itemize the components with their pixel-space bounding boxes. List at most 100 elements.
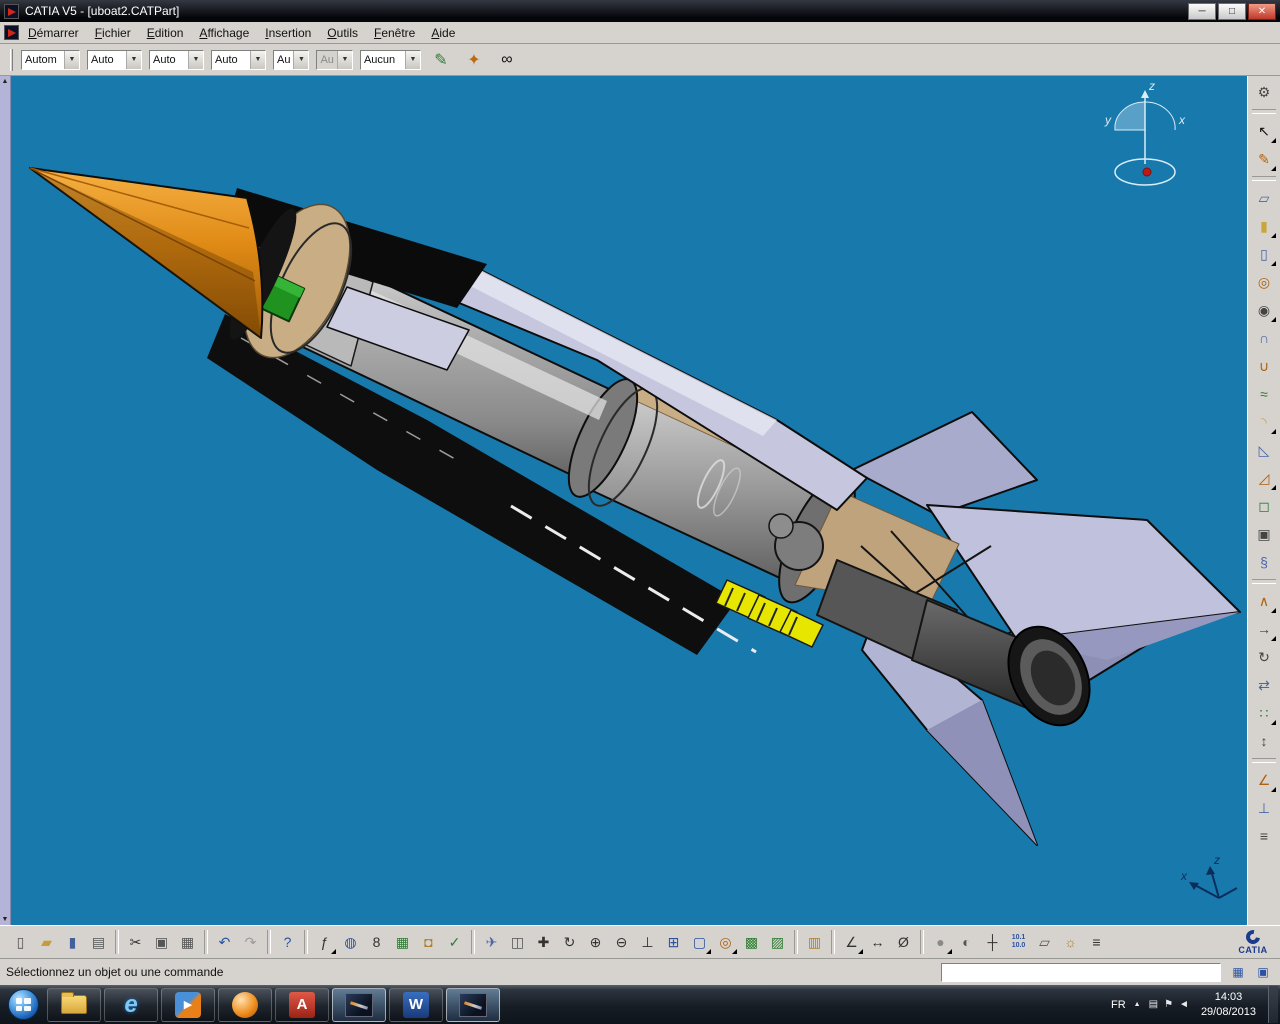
maximize-button[interactable]: □ (1218, 2, 1246, 20)
paste-icon[interactable]: ▦ (175, 930, 200, 955)
taskbar-app-orange[interactable] (218, 987, 272, 1022)
sketcher-icon[interactable]: ✎ (1251, 146, 1277, 172)
measure-between-icon[interactable]: ↔ (865, 930, 890, 955)
graphic-combo-5[interactable]: Au ▼ (273, 49, 310, 70)
catalog-browser-icon[interactable]: ≡ (1251, 823, 1277, 849)
view-compass[interactable]: z y x (1104, 79, 1186, 186)
rotate-icon[interactable]: ↻ (1251, 644, 1277, 670)
doc-link-icon[interactable]: ▣ (1252, 962, 1274, 982)
knowledge-icon[interactable]: 8 (364, 930, 389, 955)
print-icon[interactable]: ▤ (86, 930, 111, 955)
inertia-icon[interactable]: Ø (891, 930, 916, 955)
graphic-combo-6[interactable]: Au ▼ (316, 49, 353, 70)
menu-fenetre[interactable]: Fenêtre (366, 24, 423, 42)
split-view-icon[interactable]: ◫ (505, 930, 530, 955)
painter-icon[interactable]: ✎ (428, 47, 454, 73)
whats-this-icon[interactable]: ? (275, 930, 300, 955)
graphic-combo-1[interactable]: Autom ▼ (21, 49, 80, 70)
catalog-icon[interactable]: ▥ (802, 930, 827, 955)
measure-tool-icon[interactable]: ∠ (1251, 767, 1277, 793)
shell-icon[interactable]: ◻ (1251, 493, 1277, 519)
scroll-up-icon[interactable]: ▲ (2, 78, 9, 85)
comment-icon[interactable]: ◍ (338, 930, 363, 955)
cut-icon[interactable]: ✂ (123, 930, 148, 955)
tree-scrollbar[interactable]: ▲ ▼ (0, 76, 11, 925)
tray-notify-icon[interactable]: ⚑ (1164, 999, 1173, 1010)
menu-edition[interactable]: Edition (139, 24, 192, 42)
check-analysis-icon[interactable]: ✓ (442, 930, 467, 955)
pattern-icon[interactable]: ∷ (1251, 700, 1277, 726)
select-icon[interactable]: ↖ (1251, 118, 1277, 144)
multi-view-icon[interactable]: ⊞ (661, 930, 686, 955)
taskbar-adobe-reader[interactable]: A (275, 987, 329, 1022)
minimize-button[interactable]: ─ (1188, 2, 1216, 20)
save-icon[interactable]: ▮ (60, 930, 85, 955)
depth-effect-icon[interactable]: ▱ (1032, 930, 1057, 955)
shading-icon[interactable]: ● (928, 930, 953, 955)
taskbar-media-player[interactable]: ▶ (161, 987, 215, 1022)
rotate-view-icon[interactable]: ↻ (557, 930, 582, 955)
custom-view-icon[interactable]: ∞ (494, 47, 520, 73)
scale-icon[interactable]: ↕ (1251, 728, 1277, 754)
zoom-in-icon[interactable]: ⊕ (583, 930, 608, 955)
zoom-out-icon[interactable]: ⊖ (609, 930, 634, 955)
show-desktop-button[interactable] (1268, 986, 1278, 1023)
graphic-combo-3[interactable]: Auto ▼ (149, 49, 204, 70)
settings-gear-icon[interactable]: ⚙ (1251, 79, 1277, 105)
taskbar-internet-explorer[interactable]: e (104, 987, 158, 1022)
pad-icon[interactable]: ▮ (1251, 213, 1277, 239)
hole-icon[interactable]: ◉ (1251, 297, 1277, 323)
axis-display-icon[interactable]: ┼ (980, 930, 1005, 955)
power-input-icon[interactable]: ▦ (1227, 962, 1249, 982)
normal-view-icon[interactable]: ⊥ (635, 930, 660, 955)
tray-display-icon[interactable]: ▤ (1149, 999, 1158, 1010)
new-file-icon[interactable]: ▯ (8, 930, 33, 955)
render-style-icon[interactable]: ◎ (713, 930, 738, 955)
pan-icon[interactable]: ✚ (531, 930, 556, 955)
mirror-icon[interactable]: ⇄ (1251, 672, 1277, 698)
tray-volume-icon[interactable]: ◄ (1179, 999, 1189, 1010)
loft-icon[interactable]: ≈ (1251, 381, 1277, 407)
quick-view-icon[interactable]: ▢ (687, 930, 712, 955)
slot-icon[interactable]: ∪ (1251, 353, 1277, 379)
undo-icon[interactable]: ↶ (212, 930, 237, 955)
list-icon[interactable]: ≡ (1084, 930, 1109, 955)
graphic-combo-2[interactable]: Auto ▼ (87, 49, 142, 70)
pocket-icon[interactable]: ▯ (1251, 241, 1277, 267)
fillet-icon[interactable]: ◝ (1251, 409, 1277, 435)
axis-system-icon[interactable]: ⊥ (1251, 795, 1277, 821)
hide-show-icon[interactable]: ▩ (739, 930, 764, 955)
graphic-combo-4[interactable]: Auto ▼ (211, 49, 266, 70)
formula-icon[interactable]: ƒ (312, 930, 337, 955)
language-indicator[interactable]: FR (1111, 999, 1126, 1011)
lock-icon[interactable]: ◘ (416, 930, 441, 955)
start-button[interactable] (2, 986, 44, 1023)
clock[interactable]: 14:03 29/08/2013 (1197, 990, 1260, 1019)
draft-icon[interactable]: ◿ (1251, 465, 1277, 491)
graphic-combo-7[interactable]: Aucun ▼ (359, 49, 421, 70)
swap-space-icon[interactable]: ▨ (765, 930, 790, 955)
copy-icon[interactable]: ▣ (149, 930, 174, 955)
rocket-model[interactable] (29, 167, 1241, 846)
taskbar-explorer[interactable] (47, 987, 101, 1022)
menu-outils[interactable]: Outils (319, 24, 366, 42)
tray-expand-icon[interactable]: ▲ (1134, 1001, 1141, 1008)
command-field[interactable] (941, 962, 1221, 982)
open-icon[interactable]: ▰ (34, 930, 59, 955)
fly-mode-icon[interactable]: ✈ (479, 930, 504, 955)
chamfer-icon[interactable]: ◺ (1251, 437, 1277, 463)
taskbar-catia[interactable] (332, 987, 386, 1022)
menu-aide[interactable]: Aide (423, 24, 463, 42)
menu-insertion[interactable]: Insertion (257, 24, 319, 42)
viewport-3d[interactable]: z y x x z (11, 76, 1247, 925)
grab-icon[interactable]: ◐ (954, 930, 979, 955)
menu-affichage[interactable]: Affichage (191, 24, 257, 42)
menu-fichier[interactable]: Fichier (87, 24, 139, 42)
scroll-down-icon[interactable]: ▼ (2, 916, 9, 923)
plane-icon[interactable]: ▱ (1251, 185, 1277, 211)
rib-icon[interactable]: ∩ (1251, 325, 1277, 351)
design-table-icon[interactable]: ▦ (390, 930, 415, 955)
toolbar-drag-handle[interactable] (10, 48, 13, 71)
boolean-icon[interactable]: ∧ (1251, 588, 1277, 614)
paint-wizard-icon[interactable]: ✦ (461, 47, 487, 73)
